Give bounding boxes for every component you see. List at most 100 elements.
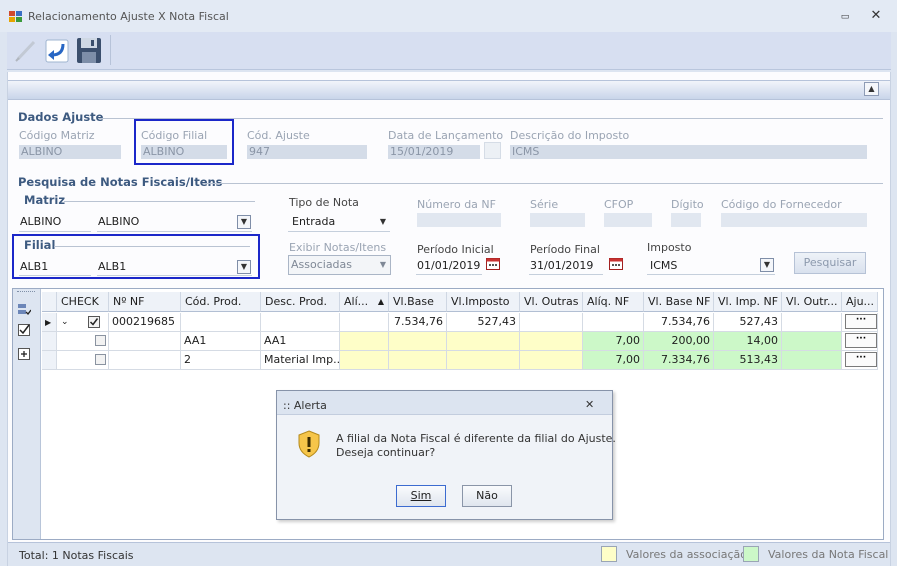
calendar-icon[interactable]	[609, 257, 623, 270]
cell-vl-imp-nf: 513,43	[714, 351, 782, 370]
digito-label: Dígito	[671, 198, 704, 211]
cell-aliq	[340, 332, 389, 351]
pesquisar-button[interactable]: Pesquisar	[794, 252, 866, 274]
codigo-matriz-field: ALBINO	[19, 145, 121, 159]
numero-nf-field[interactable]	[417, 213, 501, 227]
column-header-desc-prod[interactable]: Desc. Prod.	[261, 292, 340, 312]
row-ellipsis-button[interactable]: ···	[845, 352, 877, 367]
imposto-select[interactable]: ICMS	[650, 259, 677, 272]
field-underline	[416, 274, 482, 275]
row-checkbox[interactable]	[95, 335, 106, 346]
row-indicator[interactable]: ▶	[42, 313, 57, 332]
cell-desc-prod	[261, 313, 340, 332]
matriz-label: Matriz	[24, 193, 66, 207]
field-underline	[19, 275, 91, 276]
serie-label: Série	[530, 198, 559, 211]
collapse-button[interactable]: ▲	[864, 82, 879, 96]
column-header-vl-outras[interactable]: Vl. Outras	[520, 292, 583, 312]
column-header-aliq[interactable]: Alí... ▲	[340, 292, 389, 312]
calendar-icon-disabled	[484, 142, 501, 159]
cfop-field[interactable]	[604, 213, 652, 227]
dados-ajuste-title: Dados Ajuste	[18, 110, 104, 124]
current-row-icon: ▶	[45, 318, 52, 327]
row-ellipsis-button[interactable]: ···	[845, 333, 877, 348]
alert-dialog-titlebar	[277, 391, 612, 415]
column-header-aliq-nf[interactable]: Alíq. NF	[583, 292, 644, 312]
cell-vl-outras	[520, 351, 583, 370]
filial-name[interactable]: ALB1	[98, 260, 126, 273]
table-row[interactable]	[57, 332, 109, 351]
edit-icon[interactable]	[11, 34, 41, 66]
row-ellipsis-button[interactable]: ···	[845, 314, 877, 329]
row-indicator[interactable]	[42, 351, 57, 370]
cell-cod-prod: 2	[181, 351, 261, 370]
toolbar	[7, 32, 891, 70]
dialog-close-button[interactable]: ✕	[585, 398, 594, 411]
save-disk-icon[interactable]	[74, 34, 104, 66]
row-checkbox[interactable]	[95, 354, 106, 365]
matriz-code[interactable]: ALBINO	[20, 215, 61, 228]
column-header-vl-base-nf[interactable]: Vl. Base NF	[644, 292, 714, 312]
sim-button[interactable]: Sim	[396, 485, 446, 507]
column-header-vl-imposto[interactable]: Vl.Imposto	[447, 292, 520, 312]
column-header-ajuste[interactable]: Aju...	[842, 292, 878, 312]
column-header-nf[interactable]: Nº NF	[109, 292, 181, 312]
cell-vl-base: 7.534,76	[389, 313, 447, 332]
exibir-select: Associadas ▼	[288, 255, 391, 275]
imposto-dropdown[interactable]: ▼	[760, 258, 774, 272]
cell-aliq	[340, 313, 389, 332]
chevron-down-icon[interactable]: ▼	[377, 215, 389, 229]
cell-vl-outras	[520, 313, 583, 332]
cell-nf	[109, 332, 181, 351]
exibir-value: Associadas	[291, 258, 353, 271]
cod-ajuste-label: Cód. Ajuste	[247, 129, 310, 142]
check-all-icon[interactable]	[18, 324, 31, 336]
legend-nota-fiscal-label: Valores da Nota Fiscal	[768, 548, 889, 561]
cell-nf: 000219685	[109, 313, 181, 332]
close-button[interactable]: ✕	[867, 8, 885, 24]
filial-dropdown[interactable]: ▼	[237, 260, 251, 274]
row-indicator[interactable]	[42, 332, 57, 351]
cell-cod-prod	[181, 313, 261, 332]
descricao-imposto-field: ICMS	[510, 145, 867, 159]
digito-field[interactable]	[671, 213, 701, 227]
minimize-button[interactable]: ▭	[836, 8, 854, 24]
matriz-name[interactable]: ALBINO	[98, 215, 139, 228]
codigo-fornecedor-field[interactable]	[721, 213, 867, 227]
grip-handle[interactable]	[17, 291, 35, 294]
matriz-dropdown[interactable]: ▼	[237, 215, 251, 229]
warning-shield-icon	[298, 430, 320, 458]
calendar-icon[interactable]	[486, 257, 500, 270]
column-header-vl-base[interactable]: Vl.Base	[389, 292, 447, 312]
field-underline	[97, 231, 252, 232]
periodo-inicial-input[interactable]: 01/01/2019	[417, 259, 480, 272]
cell-nf	[109, 351, 181, 370]
chevron-down-icon[interactable]: ⌄	[61, 313, 69, 331]
cell-desc-prod: Material Imp...	[261, 351, 340, 370]
filial-code[interactable]: ALB1	[20, 260, 48, 273]
column-chooser-icon[interactable]	[18, 304, 31, 316]
minimize-icon: ▭	[840, 12, 850, 22]
group-divider	[205, 183, 883, 184]
table-row[interactable]	[57, 351, 109, 370]
nao-button[interactable]: Não	[462, 485, 512, 507]
column-header-check[interactable]: CHECK	[57, 292, 109, 312]
tipo-nota-select[interactable]: Entrada	[292, 215, 335, 228]
group-divider	[54, 246, 250, 247]
expand-all-icon[interactable]	[18, 348, 31, 360]
row-checkbox-checked[interactable]	[88, 316, 100, 328]
table-row[interactable]: ⌄	[57, 313, 109, 332]
periodo-final-input[interactable]: 31/01/2019	[530, 259, 593, 272]
column-header-vl-imp-nf[interactable]: Vl. Imp. NF	[714, 292, 782, 312]
legend-swatch-nota-fiscal	[743, 546, 759, 562]
column-header-cod-prod[interactable]: Cód. Prod.	[181, 292, 261, 312]
toolbar-separator	[110, 35, 111, 65]
cell-vl-imposto	[447, 332, 520, 351]
codigo-fornecedor-label: Código do Fornecedor	[721, 198, 842, 211]
cfop-label: CFOP	[604, 198, 634, 211]
codigo-matriz-label: Código Matriz	[19, 129, 95, 142]
undo-arrow-icon[interactable]	[42, 34, 72, 66]
serie-field[interactable]	[530, 213, 585, 227]
cod-ajuste-field: 947	[247, 145, 367, 159]
column-header-vl-outr[interactable]: Vl. Outr...	[782, 292, 842, 312]
